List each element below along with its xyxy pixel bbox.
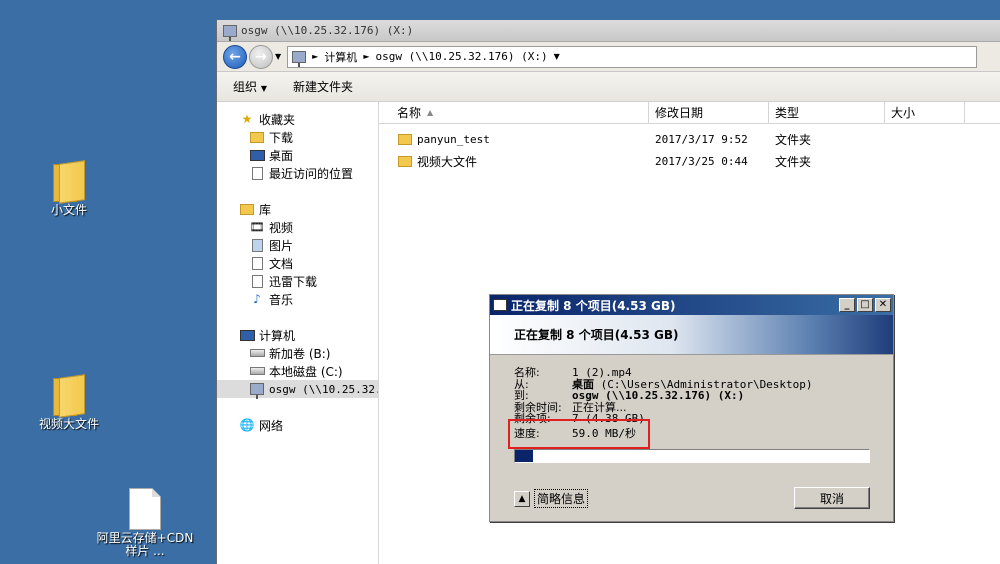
network-icon: 🌐: [239, 418, 255, 432]
copy-icon: [493, 299, 507, 311]
breadcrumb-drive[interactable]: osgw (\\10.25.32.176) (X:): [375, 50, 547, 63]
organize-button[interactable]: 组织 ▼: [233, 78, 267, 95]
network-drive-icon: [292, 50, 307, 67]
nav-item-disk-c[interactable]: 本地磁盘 (C:): [217, 362, 378, 380]
nav-item-recent[interactable]: 最近访问的位置: [217, 164, 378, 182]
desktop-icon-video-files[interactable]: 视频大文件: [19, 374, 119, 431]
nav-favorites[interactable]: ★ 收藏夹: [217, 110, 378, 128]
libraries-icon: [240, 203, 254, 215]
dialog-heading: 正在复制 8 个项目(4.53 GB): [490, 315, 893, 355]
nav-item-downloads[interactable]: 下载: [217, 128, 378, 146]
nav-item-osgw[interactable]: osgw (\\10.25.32.176) (X:): [217, 380, 378, 399]
less-info-toggle[interactable]: ▲ 简略信息: [514, 489, 589, 508]
network-drive-icon: [250, 383, 264, 399]
copy-progress-dialog: 正在复制 8 个项目(4.53 GB) _ □ ✕ 正在复制 8 个项目(4.5…: [489, 294, 894, 522]
dialog-title: 正在复制 8 个项目(4.53 GB): [511, 298, 676, 313]
progress-fill: [515, 450, 533, 462]
file-icon: [129, 488, 161, 530]
star-icon: ★: [241, 112, 253, 126]
music-icon: ♪: [253, 292, 261, 306]
downloads-folder-icon: [250, 131, 264, 143]
video-icon: 🎞: [249, 220, 265, 234]
breadcrumb-arrow-icon[interactable]: ▼: [554, 52, 560, 61]
window-title: osgw (\\10.25.32.176) (X:): [241, 24, 414, 37]
navigation-pane[interactable]: ★ 收藏夹 下载 桌面 最近访问的位置 库 🎞 视频 图片 文档 迅雷下载 ♪ 音乐 …: [217, 102, 379, 564]
pictures-icon: [251, 238, 263, 252]
drive-icon: [249, 349, 265, 357]
network-drive-icon: [223, 24, 237, 41]
folder-icon: [398, 133, 412, 145]
column-header-type[interactable]: 类型: [769, 102, 885, 123]
nav-network[interactable]: 🌐 网络: [217, 416, 378, 434]
maximize-button[interactable]: □: [857, 298, 873, 312]
folder-icon: [398, 155, 412, 167]
table-row[interactable]: panyun_test 2017/3/17 9:52 文件夹: [379, 128, 1000, 150]
copy-progress-bar: [514, 449, 870, 463]
table-row[interactable]: 视频大文件 2017/3/25 0:44 文件夹: [379, 150, 1000, 172]
nav-item-thunder[interactable]: 迅雷下载: [217, 272, 378, 290]
breadcrumb-arrow-icon[interactable]: ►: [363, 52, 369, 61]
nav-item-pictures[interactable]: 图片: [217, 236, 378, 254]
back-button[interactable]: ←: [223, 44, 247, 69]
forward-button[interactable]: →: [249, 44, 273, 69]
cancel-button[interactable]: 取消: [794, 487, 870, 509]
system-drive-icon: [249, 367, 265, 375]
nav-item-documents[interactable]: 文档: [217, 254, 378, 272]
chevron-up-icon: ▲: [514, 490, 530, 507]
folder-icon: [53, 160, 85, 204]
nav-item-music[interactable]: ♪ 音乐: [217, 290, 378, 308]
window-title-bar[interactable]: osgw (\\10.25.32.176) (X:): [217, 20, 1000, 42]
desktop-icon: [249, 149, 265, 161]
nav-item-videos[interactable]: 🎞 视频: [217, 218, 378, 236]
nav-computer[interactable]: 计算机: [217, 326, 378, 344]
recent-pages-chevron-icon[interactable]: ▼: [275, 52, 281, 61]
thunder-download-icon: [251, 274, 263, 288]
command-toolbar: 组织 ▼ 新建文件夹: [217, 72, 1000, 102]
recent-places-icon: [251, 166, 263, 180]
dialog-title-bar[interactable]: 正在复制 8 个项目(4.53 GB) _ □ ✕: [490, 295, 893, 315]
nav-libraries[interactable]: 库: [217, 200, 378, 218]
folder-icon: [53, 374, 85, 418]
computer-icon: [239, 329, 255, 341]
breadcrumb-computer[interactable]: 计算机: [324, 49, 357, 65]
column-header-modified[interactable]: 修改日期: [649, 102, 769, 123]
highlight-box: [508, 419, 650, 449]
breadcrumb-arrow-icon[interactable]: ►: [312, 52, 318, 61]
desktop-icon-aliyun-file[interactable]: 阿里云存储+CDN样片 ...: [95, 488, 195, 558]
nav-item-desktop[interactable]: 桌面: [217, 146, 378, 164]
column-header-size[interactable]: 大小: [885, 102, 965, 123]
column-headers: 名称 ▲ 修改日期 类型 大小: [379, 102, 1000, 124]
address-box[interactable]: ► 计算机 ► osgw (\\10.25.32.176) (X:) ▼: [287, 45, 978, 68]
chevron-down-icon: ▼: [260, 84, 267, 93]
sort-ascending-icon: ▲: [427, 108, 434, 117]
column-header-name[interactable]: 名称 ▲: [379, 102, 649, 123]
desktop-icon-small-files[interactable]: 小文件: [19, 160, 119, 217]
desktop-icon-label: 视频大文件: [38, 417, 99, 431]
desktop-icon-label: 小文件: [50, 203, 87, 217]
new-folder-button[interactable]: 新建文件夹: [293, 78, 353, 95]
desktop-icon-label: 阿里云存储+CDN样片 ...: [96, 531, 194, 558]
close-button[interactable]: ✕: [875, 298, 891, 312]
address-bar-row: ← → ▼ ► 计算机 ► osgw (\\10.25.32.176) (X:)…: [217, 42, 1000, 72]
nav-item-volume-b[interactable]: 新加卷 (B:): [217, 344, 378, 362]
minimize-button[interactable]: _: [839, 298, 855, 312]
documents-icon: [251, 256, 263, 270]
